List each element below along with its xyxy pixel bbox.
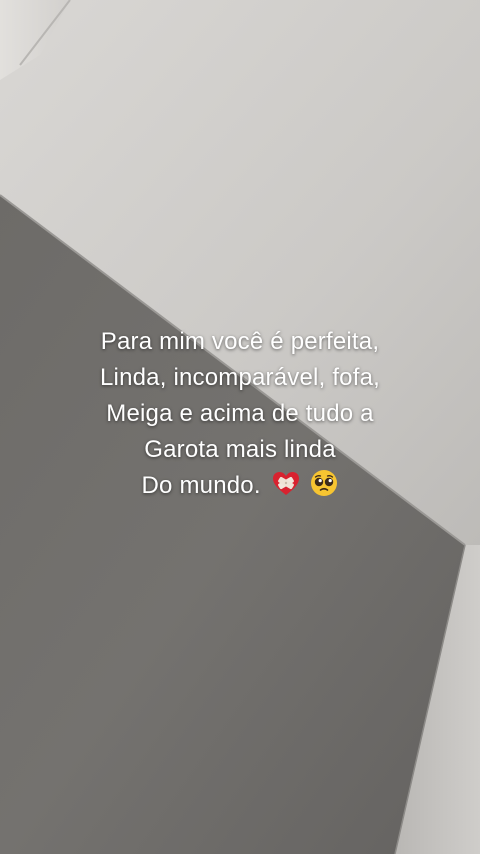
mending-heart-icon bbox=[272, 471, 300, 508]
caption-line: Meiga e acima de tudo a bbox=[106, 400, 374, 427]
caption-line: Do mundo. bbox=[141, 472, 261, 499]
caption-line: Linda, incomparável, fofa, bbox=[99, 364, 381, 391]
pleading-face-icon bbox=[310, 469, 338, 508]
story-scene: Para mim você é perfeita, Linda, incompa… bbox=[0, 0, 480, 854]
caption-last-line: Do mundo. bbox=[0, 468, 480, 508]
story-caption: Para mim você é perfeita, Linda, incompa… bbox=[0, 324, 480, 508]
caption-line: Para mim você é perfeita, bbox=[100, 328, 380, 355]
caption-line: Garota mais linda bbox=[144, 436, 336, 463]
